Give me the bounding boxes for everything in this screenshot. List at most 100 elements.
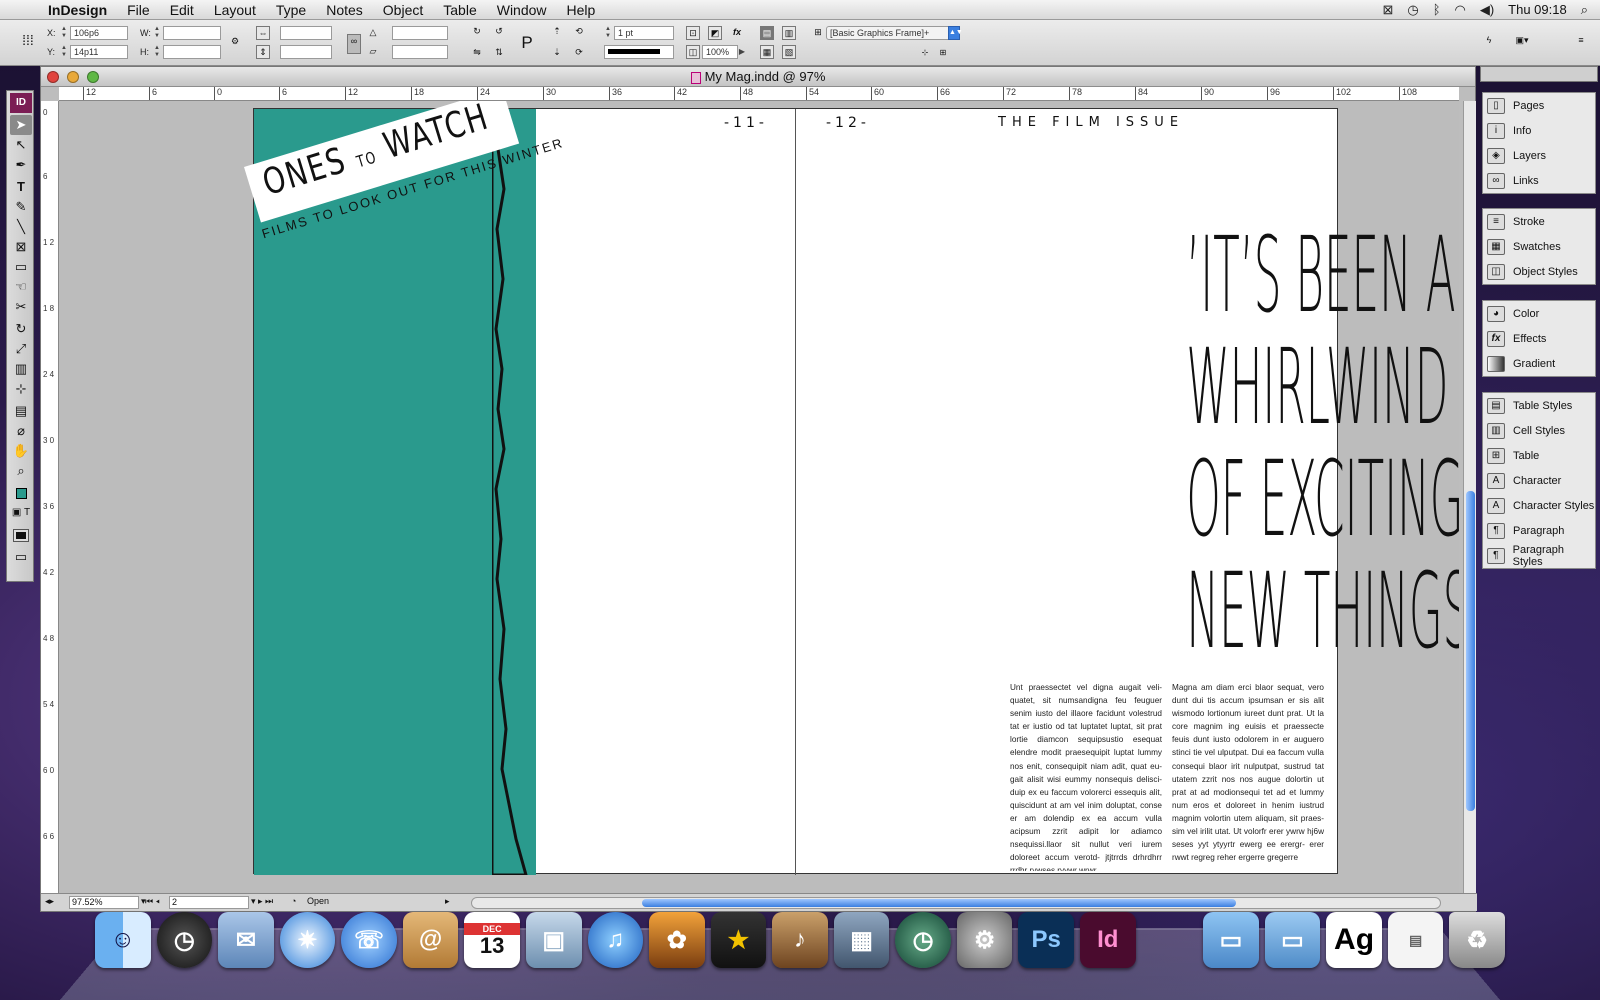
panel-gradient[interactable]: Gradient [1483, 351, 1595, 376]
script-status-icon[interactable]: ⊠ [1382, 2, 1393, 18]
applications-folder-icon[interactable]: ▭ [1203, 912, 1259, 968]
hand-tool-icon[interactable]: ✋ [10, 441, 32, 461]
fill-frame-icon[interactable]: ⊡ [686, 26, 700, 40]
stroke-weight-input[interactable]: 1 pt [614, 26, 674, 40]
menu-notes[interactable]: Notes [316, 0, 373, 20]
rotate-ccw-icon[interactable]: ↺ [492, 25, 506, 39]
effects-fx-icon[interactable]: fx [730, 26, 744, 40]
panel-pages[interactable]: ▯ Pages [1483, 93, 1595, 118]
panel-character-styles[interactable]: A Character Styles [1483, 493, 1595, 518]
menubar-clock[interactable]: Thu 09:18 [1508, 2, 1567, 17]
vertical-ruler[interactable]: 0 6 1 2 1 8 2 4 3 0 3 6 4 2 4 8 5 4 6 0 … [41, 101, 59, 893]
panel-stroke[interactable]: ≡ Stroke [1483, 209, 1595, 234]
scale-tool-icon[interactable]: ⤢ [10, 339, 32, 359]
panel-menu-icon[interactable]: ≡ [1574, 34, 1588, 48]
scale-y-input[interactable] [280, 45, 332, 59]
mail-icon[interactable]: ✉ [218, 912, 274, 968]
scissors-tool-icon[interactable]: ✂ [10, 297, 32, 317]
safari-icon[interactable]: ✷ [279, 912, 336, 968]
eyedropper-tool-icon[interactable]: ⌀ [10, 421, 32, 441]
free-transform-tool-icon[interactable]: ⊹ [10, 379, 32, 399]
rotate-cw-icon[interactable]: ↻ [470, 25, 484, 39]
opacity-input[interactable]: 100% [702, 45, 738, 59]
photoshop-icon[interactable]: Ps [1018, 912, 1074, 968]
downloads-stack-icon[interactable]: ▤ [1387, 912, 1444, 968]
rotate-tool-icon[interactable]: ↻ [10, 319, 32, 339]
menu-layout[interactable]: Layout [204, 0, 266, 20]
panel-color[interactable]: ◕ Color [1483, 301, 1595, 326]
direct-selection-tool-icon[interactable]: ↖ [10, 135, 32, 155]
panel-info[interactable]: i Info [1483, 118, 1595, 143]
time-machine-icon[interactable]: ◷ [1407, 2, 1418, 18]
menu-app-name[interactable]: InDesign [38, 0, 117, 20]
clear-overrides-icon[interactable]: ⊹ [918, 47, 932, 61]
scale-x-input[interactable] [280, 26, 332, 40]
trash-icon[interactable]: ♻ [1449, 912, 1505, 968]
panel-table-styles[interactable]: ▤ Table Styles [1483, 393, 1595, 418]
shear-angle-input[interactable] [392, 45, 448, 59]
apply-color-icon[interactable]: ▣ T [10, 503, 32, 523]
new-object-style-icon[interactable]: ⊞ [936, 47, 950, 61]
drop-shadow-icon[interactable]: ◩ [708, 26, 722, 40]
object-style-select[interactable]: [Basic Graphics Frame]+ [826, 26, 956, 40]
zoom-window-button[interactable] [87, 71, 99, 83]
dashboard-icon[interactable]: ◷ [156, 912, 213, 968]
body-text-column-2[interactable]: Magna am diam erci blaor sequat, vero du… [1172, 681, 1324, 871]
select-container-icon[interactable]: ⇡ [550, 25, 564, 39]
h-input[interactable] [163, 45, 221, 59]
documents-folder-icon[interactable]: ▭ [1264, 912, 1321, 968]
address-book-icon[interactable]: @ [402, 912, 459, 968]
panel-links[interactable]: ∞ Links [1483, 168, 1595, 193]
pencil-tool-icon[interactable]: ✎ [10, 197, 32, 217]
close-window-button[interactable] [47, 71, 59, 83]
constrain-proportions-icon[interactable]: ⚙ [228, 35, 242, 49]
menu-object[interactable]: Object [373, 0, 433, 20]
bluetooth-icon[interactable]: ᛒ [1433, 2, 1441, 17]
lightning-icon[interactable]: ϟ [1482, 34, 1496, 48]
panel-effects[interactable]: fx Effects [1483, 326, 1595, 351]
itunes-icon[interactable]: ♫ [587, 912, 644, 968]
body-text-column-1[interactable]: Unt praessectet vel digna augait veli- q… [1010, 681, 1162, 871]
workspace-switcher-icon[interactable]: ▣▾ [1510, 34, 1534, 48]
menu-help[interactable]: Help [557, 0, 606, 20]
stroke-weight-stepper[interactable]: ▲ ▼ [604, 26, 612, 40]
panel-object-styles[interactable]: ◫ Object Styles [1483, 259, 1595, 284]
opacity-arrow[interactable]: ▶ [738, 45, 746, 59]
imovie-icon[interactable]: ★ [710, 912, 767, 968]
vertical-scrollbar[interactable] [1463, 101, 1476, 893]
spotlight-search-icon[interactable]: ⌕ [1581, 2, 1588, 18]
reference-point-icon[interactable]: ⁞⁞⁞ [18, 33, 38, 54]
y-stepper[interactable]: ▲ ▼ [60, 45, 68, 59]
text-wrap-shape-icon[interactable]: ▦ [760, 45, 774, 59]
type-tool-icon[interactable]: T [10, 177, 32, 197]
menu-type[interactable]: Type [266, 0, 316, 20]
x-stepper[interactable]: ▲ ▼ [60, 26, 68, 40]
stroke-type-select[interactable] [604, 45, 674, 59]
gradient-tool-icon[interactable]: ▥ [10, 359, 32, 379]
y-input[interactable]: 14p11 [70, 45, 128, 59]
w-stepper[interactable]: ▲ ▼ [153, 26, 161, 40]
pen-tool-icon[interactable]: ✒ [10, 155, 32, 175]
select-content-icon[interactable]: ⇣ [550, 46, 564, 60]
iphoto-icon[interactable]: ✿ [649, 912, 705, 968]
panel-swatches[interactable]: ▦ Swatches [1483, 234, 1595, 259]
rectangle-tool-icon[interactable]: ▭ [10, 257, 32, 277]
panel-paragraph[interactable]: ¶ Paragraph [1483, 518, 1595, 543]
selection-tool-icon[interactable]: ➤ [10, 115, 32, 135]
rectangle-frame-tool-icon[interactable]: ⊠ [10, 237, 32, 257]
ichat-icon[interactable]: ☏ [341, 912, 397, 968]
garageband-icon[interactable]: ♪ [772, 912, 828, 968]
text-wrap-bbox-icon[interactable]: ▥ [782, 26, 796, 40]
vertical-scroll-thumb[interactable] [1466, 491, 1475, 811]
panel-table[interactable]: ⊞ Table [1483, 443, 1595, 468]
rotate-angle-input[interactable] [392, 26, 448, 40]
preview-icon[interactable]: ▣ [525, 912, 582, 968]
menu-file[interactable]: File [117, 0, 160, 20]
panel-layers[interactable]: ◈ Layers [1483, 143, 1595, 168]
flip-vertical-icon[interactable]: ⇅ [492, 46, 506, 60]
normal-view-icon[interactable] [10, 525, 32, 545]
preview-mode-icon[interactable]: ▭ [10, 547, 32, 567]
time-machine-dock-icon[interactable]: ◷ [895, 912, 951, 968]
menu-window[interactable]: Window [487, 0, 557, 20]
h-stepper[interactable]: ▲ ▼ [153, 45, 161, 59]
